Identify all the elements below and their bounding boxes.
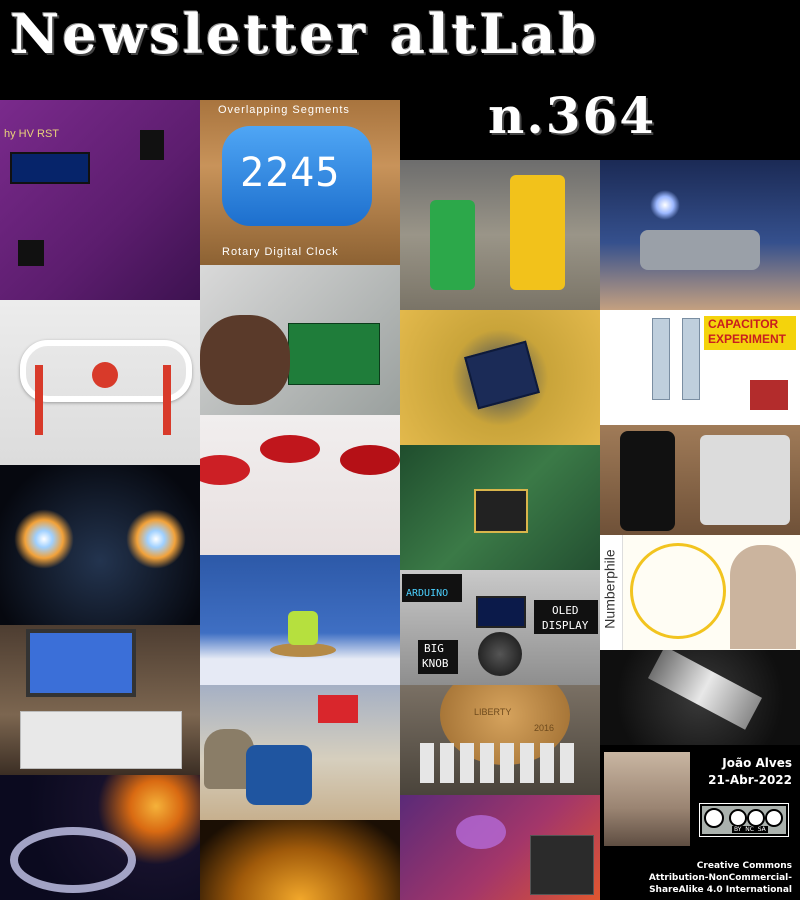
issue-number: n.364 (488, 86, 657, 145)
oled-screen (10, 152, 90, 184)
tile-space-capsule[interactable] (200, 685, 400, 820)
presenter (730, 545, 796, 649)
jellyfish-wallpaper (456, 815, 506, 849)
tile-breadboard-display[interactable] (0, 625, 200, 775)
tile-red-blood-cells[interactable] (200, 415, 400, 555)
tile-arduino-oled-knob[interactable]: ARDUINO OLED DISPLAY BIG KNOB (400, 570, 600, 685)
tile-cat-robots[interactable] (400, 160, 600, 310)
atom-glow-right (126, 509, 186, 569)
flag (318, 695, 358, 723)
green-cat-robot (430, 200, 475, 290)
tile-benchy-coin[interactable] (200, 555, 400, 685)
tile-circuit-board-chip[interactable] (400, 445, 600, 570)
nc-icon (747, 809, 765, 827)
pcb-label: hy HV RST (4, 128, 60, 140)
crystal (647, 650, 763, 730)
light-glow (650, 190, 680, 220)
year-text: 2016 (534, 723, 555, 733)
blood-cell (260, 435, 320, 463)
tile-hv-rst-pcb[interactable]: hy HV RST (0, 100, 200, 300)
capacitor-word: CAPACITOR (708, 317, 779, 331)
center-chip (474, 489, 528, 533)
settings-window (530, 835, 594, 895)
accretion-disk (10, 827, 136, 893)
tile-star-blackhole[interactable] (0, 775, 200, 900)
yellow-cat-robot (510, 175, 565, 290)
tile-quantum-chip[interactable] (400, 310, 600, 445)
by-icon (729, 809, 747, 827)
red-legs (35, 365, 171, 435)
phone (620, 431, 675, 531)
numberphile-logo: Numberphile (601, 549, 618, 629)
cc-badge-text: BY NC SA (732, 826, 768, 833)
tile-rotary-digital-clock[interactable]: Overlapping Segments 2245 Rotary Digital… (200, 100, 400, 265)
ic-chip (140, 130, 164, 160)
coin (270, 643, 336, 657)
license-line-1: Creative Commons (696, 861, 792, 871)
meter (750, 380, 788, 410)
display-word: DISPLAY (542, 619, 589, 632)
tile-flashlight-device[interactable] (600, 160, 800, 310)
oled-screen (476, 596, 526, 628)
plate-right (682, 318, 700, 400)
device-body (640, 230, 760, 270)
sa-icon (765, 809, 783, 827)
knob-word: KNOB (422, 657, 449, 670)
clock-title-top: Overlapping Segments (218, 104, 350, 116)
tile-sun-transit[interactable] (200, 820, 400, 900)
license-text: Creative Commons Attribution-NonCommerci… (592, 860, 792, 896)
cc-icon (704, 808, 724, 828)
newsletter-title: Newsletter altLab (10, 2, 600, 66)
oled-word: OLED (552, 604, 579, 617)
tile-capacitor-experiment[interactable]: CAPACITOR EXPERIMENT (600, 310, 800, 425)
lcd-display (26, 629, 136, 697)
control-box (700, 435, 790, 525)
crew-group (246, 745, 312, 805)
tile-glowing-atoms[interactable] (0, 465, 200, 625)
ic-chip (18, 240, 44, 266)
tile-gear-mechanism[interactable] (0, 300, 200, 465)
tile-penny-lattice[interactable]: LIBERTY 2016 (400, 685, 600, 795)
star-graph (630, 543, 726, 639)
green-pcb (288, 323, 380, 385)
plate-left (652, 318, 670, 400)
tile-ubuntu-desktop[interactable] (400, 795, 600, 900)
tile-hand-pcb[interactable] (200, 265, 400, 415)
tile-quartz-crystal[interactable] (600, 650, 800, 745)
liberty-text: LIBERTY (474, 707, 512, 717)
license-line-2: Attribution-NonCommercial- (648, 873, 792, 883)
blood-cell (340, 445, 400, 475)
cc-license-badge[interactable]: BY NC SA (699, 803, 789, 837)
arduino-word: ARDUINO (406, 588, 449, 599)
atom-glow-left (14, 509, 74, 569)
license-line-3: ShareAlike 4.0 International (649, 885, 792, 895)
benchy-boat (288, 611, 318, 645)
clock-title-bottom: Rotary Digital Clock (222, 246, 339, 258)
chip (464, 340, 540, 410)
lattice-blocks (420, 743, 580, 783)
clock-digits: 2245 (240, 150, 341, 196)
experiment-word: EXPERIMENT (708, 332, 787, 346)
tile-phone-controller[interactable] (600, 425, 800, 535)
knob (478, 632, 522, 676)
tile-numberphile[interactable]: Numberphile (600, 535, 800, 650)
author-photo (604, 752, 690, 846)
big-word: BIG (424, 642, 444, 655)
issue-date: 21-Abr-2022 (708, 773, 792, 787)
author-name: João Alves (722, 756, 792, 770)
breadboard (20, 711, 182, 769)
hand (200, 315, 290, 405)
blood-cell (200, 455, 250, 485)
